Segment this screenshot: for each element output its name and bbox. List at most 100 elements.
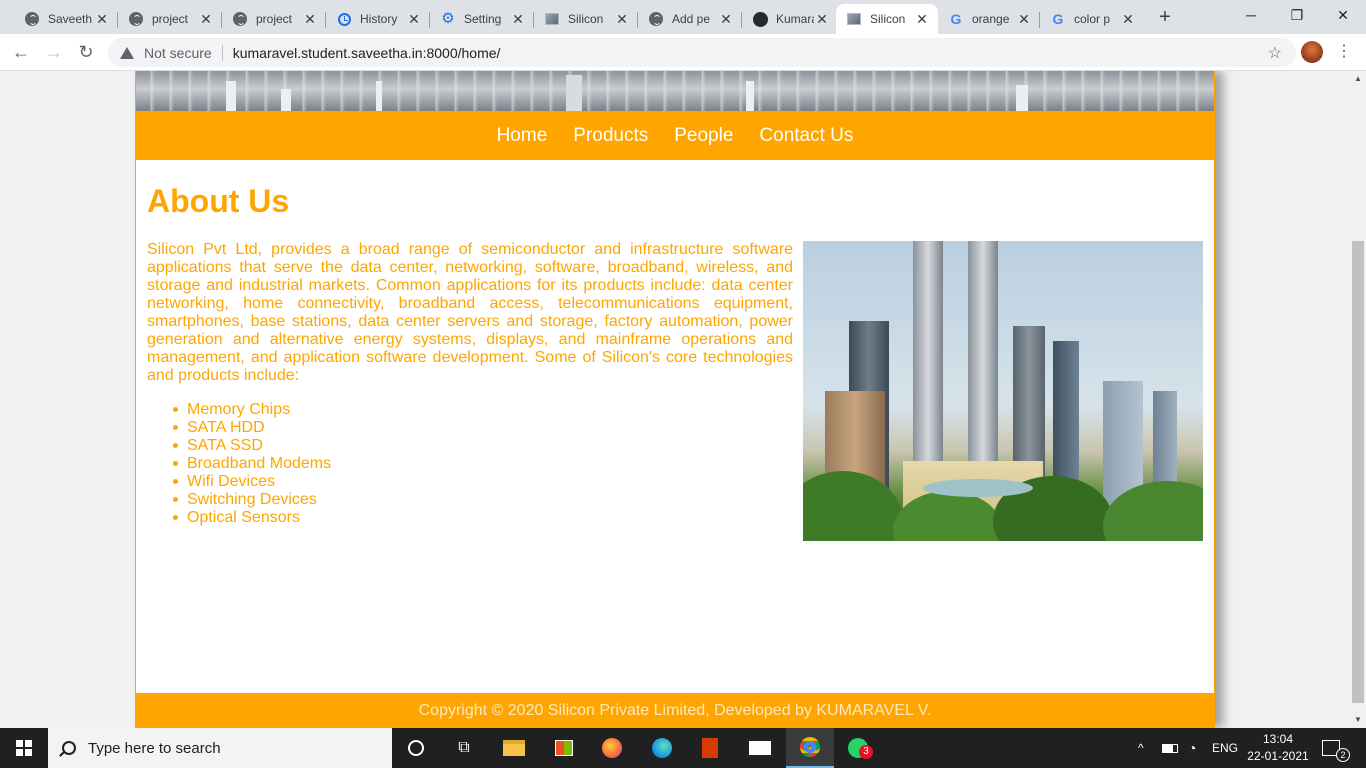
show-hidden-icons[interactable]: ^	[1138, 728, 1144, 768]
close-tab-icon[interactable]: ✕	[1016, 11, 1032, 27]
file-explorer-icon[interactable]	[490, 728, 538, 768]
list-item: Broadband Modems	[147, 455, 331, 473]
tab-saveetha[interactable]: Saveeth ✕	[14, 4, 118, 34]
site-footer: Copyright © 2020 Silicon Private Limited…	[136, 693, 1214, 728]
list-item: SATA HDD	[147, 419, 331, 437]
list-item: Switching Devices	[147, 491, 331, 509]
settings-gear-icon: ⚙	[441, 10, 455, 27]
tab-label: Silicon	[870, 12, 906, 26]
close-window-icon[interactable]: ✕	[1320, 0, 1366, 30]
tab-label: Saveeth	[48, 12, 93, 26]
address-bar[interactable]: Not secure kumaravel.student.saveetha.in…	[108, 38, 1296, 67]
microsoft-store-icon[interactable]	[540, 728, 588, 768]
tab-label: color p	[1074, 12, 1111, 26]
close-tab-icon[interactable]: ✕	[406, 11, 422, 27]
tab-label: Kumara	[776, 12, 814, 26]
whatsapp-icon[interactable]: 3	[834, 728, 882, 768]
windows-taskbar: Type here to search ⧉ 3 ^ ◔ ENG 13:04 22…	[0, 728, 1366, 768]
close-tab-icon[interactable]: ✕	[718, 11, 734, 27]
about-paragraph: Silicon Pvt Ltd, provides a broad range …	[147, 241, 793, 384]
nav-home[interactable]: Home	[497, 125, 548, 147]
url-text[interactable]: kumaravel.student.saveetha.in:8000/home/	[233, 45, 501, 61]
vertical-scrollbar[interactable]: ▲ ▼	[1350, 71, 1366, 728]
forward-arrow-icon[interactable]: →	[42, 40, 66, 64]
restore-icon[interactable]: ❐	[1274, 0, 1320, 30]
search-icon	[62, 741, 76, 755]
wifi-icon[interactable]: ◔	[1188, 728, 1196, 768]
close-tab-icon[interactable]: ✕	[198, 11, 214, 27]
google-icon: G	[950, 11, 962, 27]
tab-google-orange[interactable]: G orange ✕	[938, 4, 1040, 34]
list-item: SATA SSD	[147, 437, 331, 455]
scroll-down-icon[interactable]: ▼	[1350, 712, 1366, 728]
tab-project-1[interactable]: project ✕	[118, 4, 222, 34]
tab-label: Add pe	[672, 12, 711, 26]
notification-badge: 3	[859, 745, 873, 759]
clock-date: 22-01-2021	[1247, 749, 1309, 763]
tab-github[interactable]: Kumara ✕	[742, 4, 838, 34]
edge-icon[interactable]	[638, 728, 686, 768]
reload-icon[interactable]: ↻	[74, 40, 98, 64]
cortana-icon[interactable]	[392, 728, 440, 768]
minimize-icon[interactable]: ─	[1228, 0, 1274, 30]
scrollbar-thumb[interactable]	[1352, 241, 1364, 703]
site-navigation: Home Products People Contact Us	[136, 111, 1214, 160]
tab-silicon-active[interactable]: Silicon ✕	[836, 4, 938, 34]
action-center-icon[interactable]: 2	[1322, 728, 1350, 768]
tab-label: project	[256, 12, 293, 26]
browser-toolbar: ← → ↻ Not secure kumaravel.student.savee…	[0, 34, 1366, 71]
tab-google-color[interactable]: G color p ✕	[1040, 4, 1144, 34]
language-indicator[interactable]: ENG	[1212, 728, 1238, 768]
nav-contact-us[interactable]: Contact Us	[759, 125, 853, 147]
bookmark-star-icon[interactable]: ☆	[1268, 43, 1282, 63]
tab-label: orange	[972, 12, 1010, 26]
taskbar-search-box[interactable]: Type here to search	[48, 728, 392, 768]
close-tab-icon[interactable]: ✕	[914, 11, 930, 27]
mail-icon[interactable]	[736, 728, 784, 768]
close-tab-icon[interactable]: ✕	[510, 11, 526, 27]
scroll-up-icon[interactable]: ▲	[1350, 71, 1366, 87]
page-container: Home Products People Contact Us About Us…	[135, 71, 1215, 728]
list-item: Wifi Devices	[147, 473, 331, 491]
nav-people[interactable]: People	[674, 125, 733, 147]
globe-icon	[24, 11, 40, 27]
tab-add-people[interactable]: Add pe ✕	[638, 4, 742, 34]
new-tab-button[interactable]: +	[1152, 6, 1178, 30]
office-icon[interactable]	[686, 728, 734, 768]
history-icon	[336, 11, 352, 27]
close-tab-icon[interactable]: ✕	[614, 11, 630, 27]
firefox-icon[interactable]	[588, 728, 636, 768]
tab-label: Setting	[464, 12, 502, 26]
tab-strip: Saveeth ✕ project ✕ project ✕ History ✕ …	[0, 0, 1366, 34]
close-tab-icon[interactable]: ✕	[814, 11, 830, 27]
task-view-icon[interactable]: ⧉	[440, 728, 488, 768]
tab-settings[interactable]: ⚙ Setting ✕	[430, 4, 534, 34]
system-clock[interactable]: 13:04 22-01-2021	[1244, 731, 1312, 765]
battery-icon[interactable]	[1162, 728, 1178, 768]
nav-products[interactable]: Products	[573, 125, 648, 147]
close-tab-icon[interactable]: ✕	[302, 11, 318, 27]
profile-avatar[interactable]	[1301, 41, 1323, 63]
tab-label: project	[152, 12, 189, 26]
windows-logo-icon	[16, 740, 32, 756]
search-placeholder: Type here to search	[88, 739, 221, 757]
tab-silicon-1[interactable]: Silicon ✕	[534, 4, 638, 34]
start-button[interactable]	[0, 728, 48, 768]
tab-history[interactable]: History ✕	[326, 4, 430, 34]
back-arrow-icon[interactable]: ←	[9, 40, 33, 64]
close-tab-icon[interactable]: ✕	[94, 11, 110, 27]
list-item: Memory Chips	[147, 401, 331, 419]
warning-triangle-icon[interactable]	[120, 46, 134, 59]
more-menu-icon[interactable]: ⋮	[1334, 40, 1354, 64]
site-thumbnail-icon	[846, 11, 862, 27]
globe-icon	[128, 11, 144, 27]
tab-project-2[interactable]: project ✕	[222, 4, 326, 34]
clock-time: 13:04	[1262, 732, 1294, 746]
notification-count: 2	[1336, 748, 1350, 762]
globe-icon	[648, 11, 664, 27]
google-icon: G	[1052, 11, 1064, 27]
chrome-taskbar-icon[interactable]	[786, 728, 834, 768]
site-thumbnail-icon	[544, 11, 560, 27]
security-status[interactable]: Not secure	[144, 45, 212, 61]
close-tab-icon[interactable]: ✕	[1120, 11, 1136, 27]
